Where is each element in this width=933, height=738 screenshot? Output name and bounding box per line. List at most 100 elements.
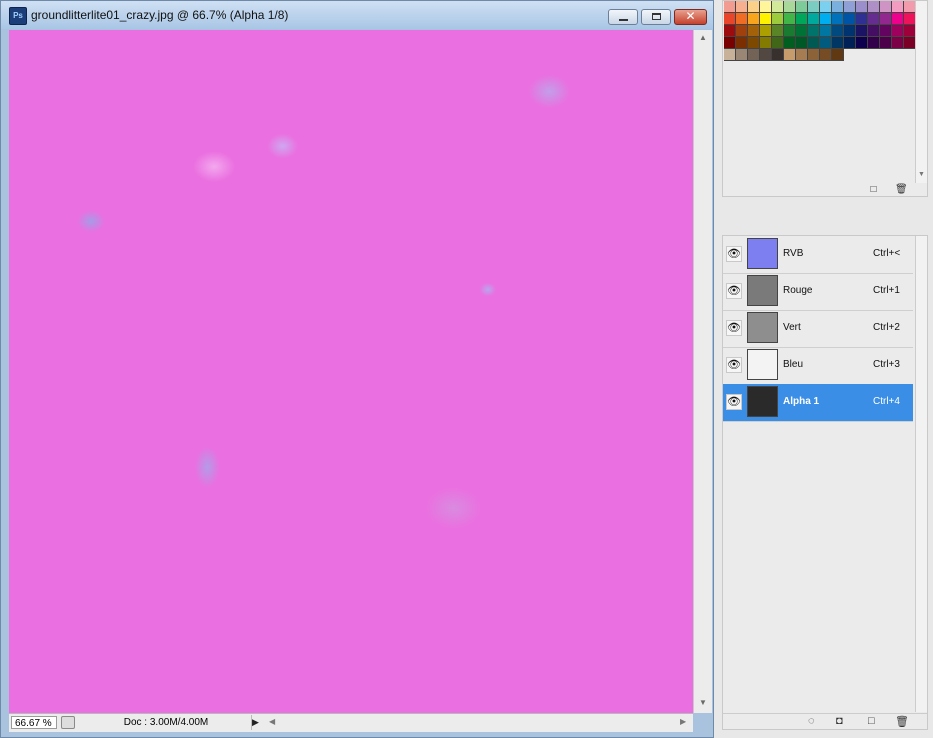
color-swatch[interactable] [832,49,844,61]
close-button[interactable]: ✕ [674,9,707,25]
color-swatch[interactable] [880,1,892,13]
channel-row[interactable]: 👁 Alpha 1 Ctrl+4 [723,384,913,422]
color-swatch[interactable] [808,49,820,61]
color-swatch[interactable] [736,13,748,25]
image-canvas[interactable] [9,30,693,713]
delete-channel-icon[interactable]: 🗑 [895,715,909,728]
color-swatch[interactable] [784,25,796,37]
color-swatch[interactable] [868,37,880,49]
color-swatch[interactable] [820,49,832,61]
color-swatch[interactable] [856,25,868,37]
color-swatch[interactable] [748,25,760,37]
save-selection-icon[interactable]: ◘ [836,715,843,727]
color-swatch[interactable] [808,13,820,25]
color-swatch[interactable] [760,37,772,49]
color-swatch[interactable] [808,37,820,49]
new-channel-icon[interactable]: □ [868,715,875,727]
color-swatch[interactable] [748,1,760,13]
title-bar[interactable]: Ps groundlitterlite01_crazy.jpg @ 66.7% … [1,1,713,29]
status-menu-arrow-icon[interactable]: ▶ [252,717,259,728]
color-swatch[interactable] [772,49,784,61]
color-swatch[interactable] [808,1,820,13]
color-swatch[interactable] [784,13,796,25]
color-swatch[interactable] [832,1,844,13]
horizontal-scrollbar[interactable]: ◀ ▶ [266,714,692,731]
color-swatch[interactable] [760,13,772,25]
color-swatch[interactable] [856,1,868,13]
color-swatch[interactable] [784,1,796,13]
color-swatch[interactable] [820,13,832,25]
color-swatch[interactable] [736,25,748,37]
color-swatch[interactable] [868,1,880,13]
color-swatch[interactable] [724,25,736,37]
color-swatch[interactable] [856,13,868,25]
channel-row[interactable]: 👁 Vert Ctrl+2 [723,310,913,348]
color-swatch[interactable] [808,25,820,37]
visibility-eye-icon[interactable]: 👁 [726,320,742,336]
visibility-eye-icon[interactable]: 👁 [726,246,742,262]
swatches-scroll-down-icon[interactable]: ▼ [918,171,925,178]
channels-scrollbar[interactable] [915,236,927,712]
color-swatch[interactable] [736,49,748,61]
channel-row[interactable]: 👁 Rouge Ctrl+1 [723,273,913,311]
color-swatch[interactable] [880,13,892,25]
color-swatch[interactable] [784,37,796,49]
color-swatch[interactable] [724,1,736,13]
color-swatch[interactable] [796,25,808,37]
scroll-left-arrow-icon[interactable]: ◀ [269,717,275,726]
color-swatch[interactable] [760,25,772,37]
color-swatch[interactable] [820,1,832,13]
color-swatch[interactable] [796,49,808,61]
visibility-eye-icon[interactable]: 👁 [726,357,742,373]
visibility-eye-icon[interactable]: 👁 [726,283,742,299]
color-swatch[interactable] [796,1,808,13]
color-swatch[interactable] [892,25,904,37]
swatches-scrollbar[interactable]: ▼ [915,1,927,183]
color-swatch[interactable] [880,25,892,37]
color-swatch[interactable] [820,37,832,49]
color-swatch[interactable] [892,13,904,25]
color-swatch[interactable] [796,13,808,25]
color-swatch[interactable] [844,25,856,37]
color-swatch[interactable] [796,37,808,49]
vertical-scrollbar[interactable]: ▲ ▼ [693,30,712,713]
visibility-eye-icon[interactable]: 👁 [726,394,742,410]
color-swatch[interactable] [832,25,844,37]
color-swatch[interactable] [844,13,856,25]
color-swatch[interactable] [772,37,784,49]
color-swatch[interactable] [760,49,772,61]
color-swatch[interactable] [784,49,796,61]
delete-swatch-icon[interactable]: 🗑 [895,185,908,195]
color-swatch[interactable] [748,49,760,61]
status-info-icon[interactable] [61,716,75,729]
color-swatch[interactable] [844,1,856,13]
color-swatch[interactable] [892,1,904,13]
color-swatch[interactable] [760,1,772,13]
color-swatch[interactable] [772,25,784,37]
maximize-button[interactable] [641,9,671,25]
color-swatch[interactable] [724,49,736,61]
zoom-field[interactable]: 66.67 % [11,716,57,729]
color-swatch[interactable] [832,37,844,49]
color-swatch[interactable] [856,37,868,49]
color-swatch[interactable] [748,37,760,49]
color-swatch[interactable] [724,13,736,25]
scroll-down-arrow-icon[interactable]: ▼ [699,698,707,707]
color-swatch[interactable] [868,13,880,25]
color-swatch[interactable] [736,37,748,49]
new-swatch-icon[interactable]: □ [868,185,879,195]
color-swatch[interactable] [832,13,844,25]
color-swatch[interactable] [748,13,760,25]
color-swatch[interactable] [868,25,880,37]
color-swatch[interactable] [724,37,736,49]
color-swatch[interactable] [736,1,748,13]
color-swatch[interactable] [820,25,832,37]
channel-row[interactable]: 👁 RVB Ctrl+< [723,236,913,274]
scroll-up-arrow-icon[interactable]: ▲ [699,33,707,42]
color-swatch[interactable] [844,37,856,49]
color-swatch[interactable] [892,37,904,49]
load-selection-icon[interactable]: ◌ [808,715,815,727]
scroll-right-arrow-icon[interactable]: ▶ [680,717,686,726]
color-swatch[interactable] [880,37,892,49]
color-swatch[interactable] [772,1,784,13]
